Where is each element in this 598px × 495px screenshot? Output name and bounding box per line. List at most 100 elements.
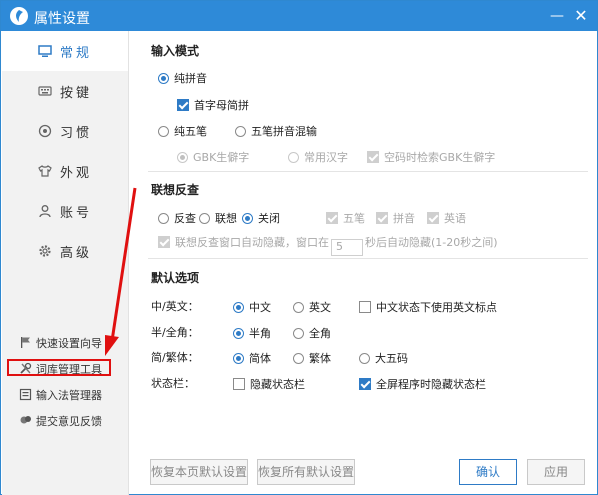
radio-indicator bbox=[288, 152, 299, 163]
tool-link-label: 输入法管理器 bbox=[36, 389, 102, 402]
checkbox-indicator bbox=[158, 236, 170, 248]
auto-hide-seconds-input: 5 bbox=[331, 239, 363, 256]
highlight-box bbox=[7, 359, 111, 376]
defaults-title: 默认选项 bbox=[151, 271, 200, 285]
sidebar-item-label: 按键 bbox=[60, 86, 93, 101]
sidebar-item-keys[interactable]: 按键 bbox=[2, 71, 128, 111]
checkbox-indicator bbox=[233, 378, 245, 390]
auto-hide-suffix: 秒后自动隐藏(1-20秒之间) bbox=[365, 236, 498, 249]
radio-indicator bbox=[199, 213, 210, 224]
status-row-label: 状态栏： bbox=[151, 377, 195, 390]
english-label: 英语 bbox=[444, 212, 466, 225]
radio-indicator bbox=[233, 302, 244, 313]
associate-radio[interactable]: 联想 bbox=[199, 210, 237, 226]
gbk-rare-label: GBK生僻字 bbox=[193, 151, 250, 164]
auto-hide-prefix: 联想反查窗口自动隐藏，窗口在 bbox=[175, 236, 329, 249]
restore-page-defaults-button[interactable]: 恢复本页默认设置 bbox=[150, 459, 248, 485]
pure-wubi-radio[interactable]: 纯五笔 bbox=[158, 123, 207, 139]
off-radio[interactable]: 关闭 bbox=[242, 210, 280, 226]
sidebar-item-habits[interactable]: 习惯 bbox=[2, 111, 128, 151]
tool-link-label: 提交意见反馈 bbox=[36, 415, 102, 428]
cn-en-punct-checkbox[interactable]: 中文状态下使用英文标点 bbox=[359, 299, 497, 315]
wubi-checkbox: 五笔 bbox=[326, 210, 365, 226]
sidebar-item-general[interactable]: 常规 bbox=[2, 31, 128, 71]
radio-indicator bbox=[235, 126, 246, 137]
sidebar-item-advanced[interactable]: 高级 bbox=[2, 231, 128, 271]
radio-indicator bbox=[158, 126, 169, 137]
english-checkbox: 英语 bbox=[427, 210, 466, 226]
common-chars-radio: 常用汉字 bbox=[288, 149, 348, 165]
radio-indicator bbox=[293, 302, 304, 313]
radio-indicator bbox=[293, 328, 304, 339]
habit-icon bbox=[37, 123, 53, 139]
sidebar-item-label: 高级 bbox=[60, 246, 93, 261]
chinese-radio[interactable]: 中文 bbox=[233, 299, 271, 315]
sidebar-item-appearance[interactable]: 外观 bbox=[2, 151, 128, 191]
auto-hide-checkbox: 联想反查窗口自动隐藏，窗口在 5 秒后自动隐藏(1-20秒之间) bbox=[158, 234, 498, 256]
associate-label: 联想 bbox=[215, 212, 237, 225]
close-button[interactable]: ✕ bbox=[571, 6, 591, 26]
checkbox-indicator bbox=[177, 99, 189, 111]
checkbox-indicator bbox=[376, 212, 388, 224]
fullscreen-hide-checkbox[interactable]: 全屏程序时隐藏状态栏 bbox=[359, 376, 486, 392]
traditional-radio[interactable]: 繁体 bbox=[293, 350, 331, 366]
space-gbk-checkbox: 空码时检索GBK生僻字 bbox=[367, 149, 495, 165]
radio-indicator bbox=[233, 353, 244, 364]
wubi-label: 五笔 bbox=[343, 212, 365, 225]
wubi-pinyin-radio[interactable]: 五笔拼音混输 bbox=[235, 123, 317, 139]
pure-pinyin-label: 纯拼音 bbox=[174, 72, 207, 85]
half-width-radio[interactable]: 半角 bbox=[233, 325, 271, 341]
wubi-pinyin-label: 五笔拼音混输 bbox=[251, 125, 317, 138]
sidebar-item-label: 习惯 bbox=[60, 126, 93, 141]
initial-short-label: 首字母简拼 bbox=[194, 99, 249, 112]
reverse-radio[interactable]: 反查 bbox=[158, 210, 196, 226]
divider bbox=[148, 258, 588, 259]
window-title: 属性设置 bbox=[34, 11, 90, 27]
restore-all-defaults-button[interactable]: 恢复所有默认设置 bbox=[257, 459, 355, 485]
full-width-label: 全角 bbox=[309, 327, 331, 340]
tool-link-label: 快速设置向导 bbox=[36, 337, 102, 350]
radio-indicator bbox=[242, 213, 253, 224]
divider bbox=[148, 171, 588, 172]
title-bar[interactable]: 属性设置 — ✕ bbox=[1, 1, 597, 31]
big5-radio[interactable]: 大五码 bbox=[359, 350, 408, 366]
half-width-label: 半角 bbox=[249, 327, 271, 340]
initial-short-checkbox[interactable]: 首字母简拼 bbox=[177, 97, 249, 113]
sidebar-item-label: 账号 bbox=[60, 206, 93, 221]
pure-pinyin-radio[interactable]: 纯拼音 bbox=[158, 70, 207, 86]
simplified-label: 简体 bbox=[249, 352, 271, 365]
radio-indicator bbox=[359, 353, 370, 364]
space-gbk-label: 空码时检索GBK生僻字 bbox=[384, 151, 496, 164]
checkbox-indicator bbox=[359, 301, 371, 313]
monitor-icon bbox=[37, 43, 53, 59]
radio-indicator bbox=[233, 328, 244, 339]
radio-indicator bbox=[177, 152, 188, 163]
user-icon bbox=[37, 203, 53, 219]
pure-wubi-label: 纯五笔 bbox=[174, 125, 207, 138]
minimize-button[interactable]: — bbox=[547, 6, 567, 26]
radio-indicator bbox=[158, 73, 169, 84]
big5-label: 大五码 bbox=[375, 352, 408, 365]
list-icon bbox=[19, 388, 32, 401]
traditional-label: 繁体 bbox=[309, 352, 331, 365]
sidebar-item-label: 外观 bbox=[60, 166, 93, 181]
simplified-radio[interactable]: 简体 bbox=[233, 350, 271, 366]
english-radio[interactable]: 英文 bbox=[293, 299, 331, 315]
hide-status-label: 隐藏状态栏 bbox=[250, 378, 305, 391]
pinyin-label: 拼音 bbox=[393, 212, 415, 225]
apply-button[interactable]: 应用 bbox=[527, 459, 585, 485]
cn-en-row-label: 中/英文： bbox=[151, 300, 199, 313]
full-width-radio[interactable]: 全角 bbox=[293, 325, 331, 341]
hide-status-checkbox[interactable]: 隐藏状态栏 bbox=[233, 376, 305, 392]
sidebar-item-label: 常规 bbox=[60, 46, 93, 61]
chinese-label: 中文 bbox=[249, 301, 271, 314]
app-logo-icon bbox=[10, 7, 28, 25]
input-mode-title: 输入模式 bbox=[151, 44, 200, 58]
width-row-label: 半/全角： bbox=[151, 326, 199, 339]
reverse-label: 反查 bbox=[174, 212, 196, 225]
sidebar-item-account[interactable]: 账号 bbox=[2, 191, 128, 231]
shirt-icon bbox=[37, 163, 53, 179]
cn-en-punct-label: 中文状态下使用英文标点 bbox=[376, 301, 497, 314]
ok-button[interactable]: 确认 bbox=[459, 459, 517, 485]
keyboard-icon bbox=[37, 83, 53, 99]
